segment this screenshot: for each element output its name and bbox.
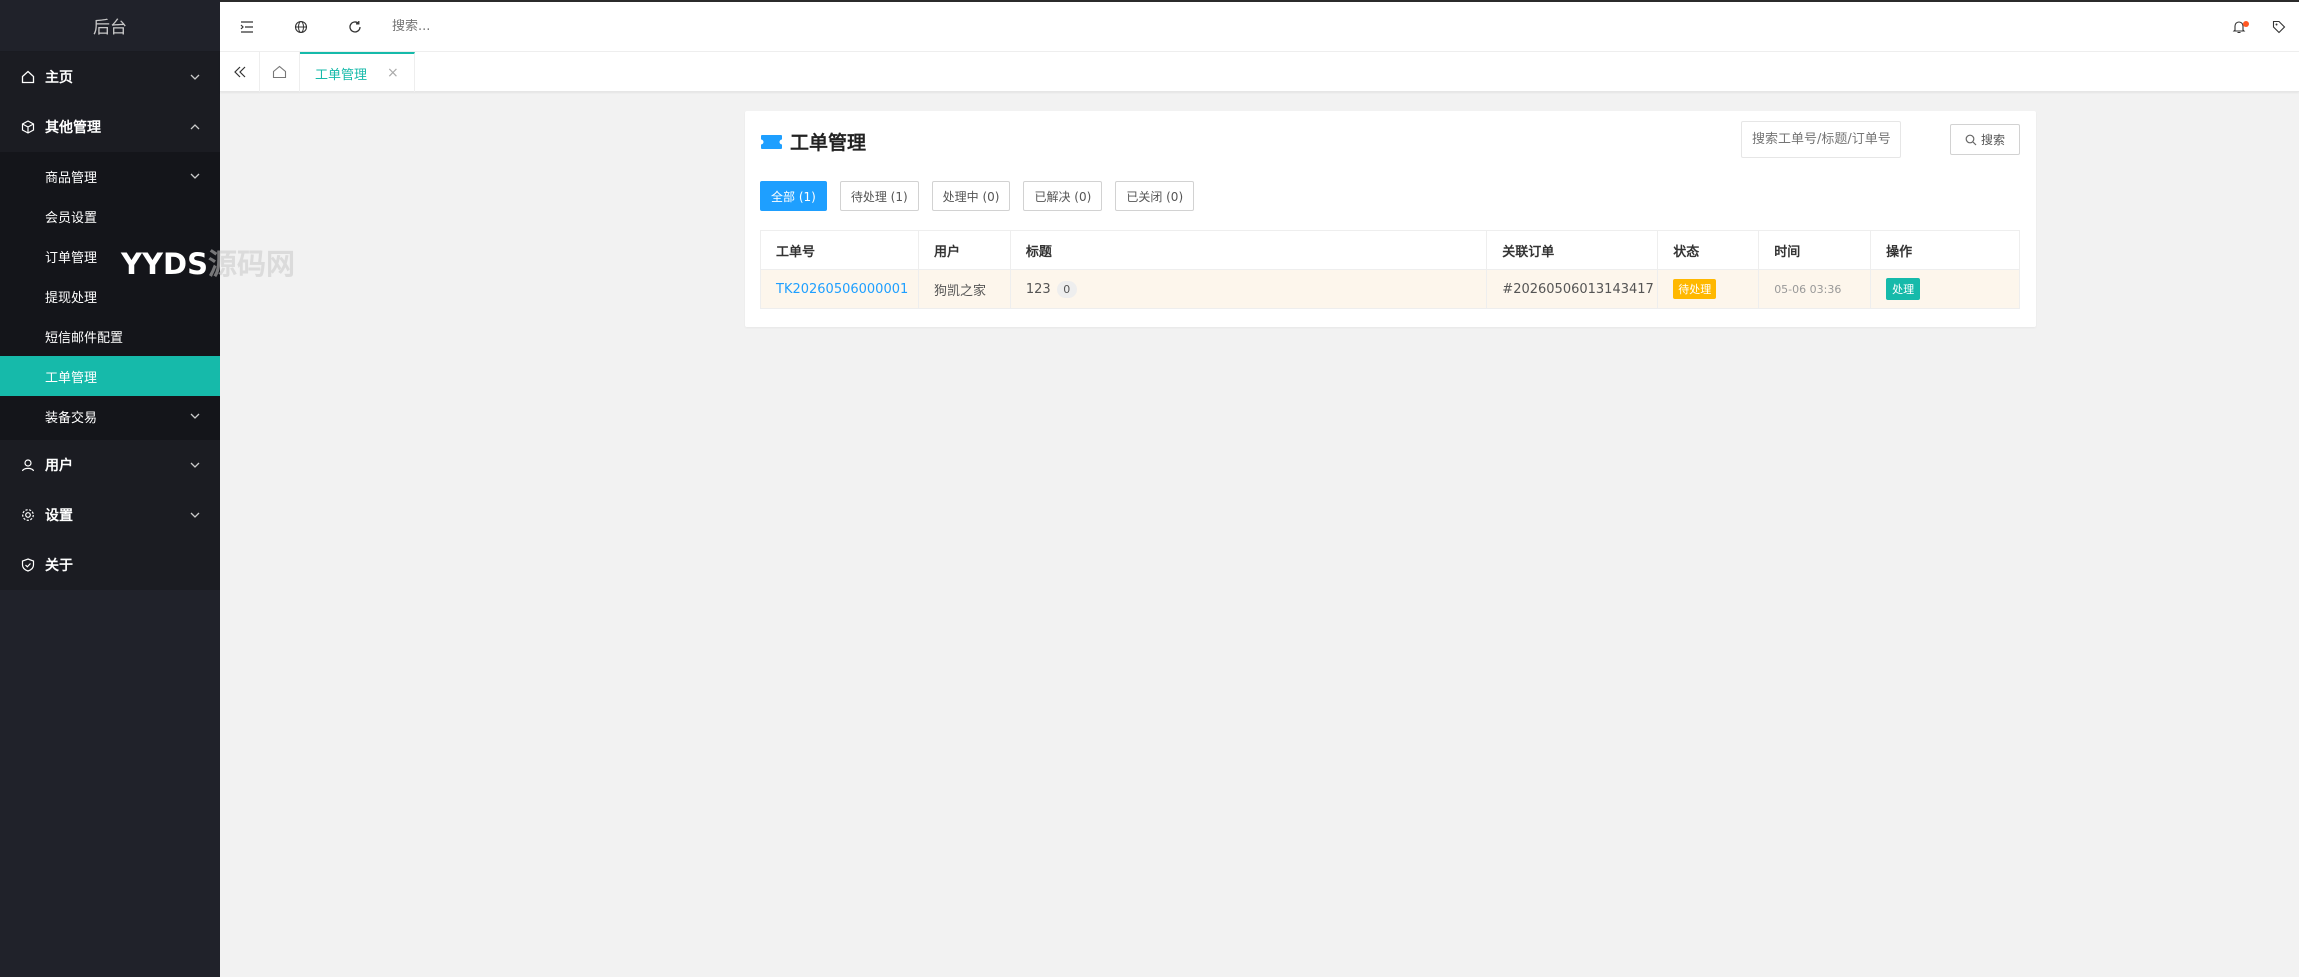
home-icon — [20, 70, 35, 85]
cell-user: 狗凯之家 — [917, 269, 1011, 309]
status-filters: 全部 (1) 待处理 (1) 处理中 (0) 已解决 (0) 已关闭 (0) — [760, 181, 1207, 211]
page-title: 工单管理 — [760, 128, 866, 155]
sidebar-item-sms-email-config[interactable]: 短信邮件配置 — [0, 316, 220, 356]
table-row: TK20260506000001 狗凯之家 123 0 #202605060131… — [760, 269, 2020, 309]
tag-icon — [2272, 20, 2286, 34]
status-badge: 待处理 — [1673, 279, 1717, 299]
header-search-input[interactable] — [392, 19, 592, 34]
filter-processing[interactable]: 处理中 (0) — [931, 181, 1011, 211]
reply-count-badge: 0 — [1056, 280, 1077, 298]
sidebar-item-label: 关于 — [45, 558, 73, 574]
refresh-button[interactable] — [328, 2, 382, 52]
sidebar-item-products[interactable]: 商品管理 — [0, 156, 220, 196]
indent-icon — [240, 20, 253, 33]
column-header-user: 用户 — [917, 230, 1011, 270]
chevron-up-icon — [180, 124, 210, 130]
shield-check-icon — [20, 558, 35, 573]
sidebar-item-settings[interactable]: 设置 — [0, 490, 220, 540]
search-button[interactable]: 搜索 — [1950, 124, 2020, 155]
tab-tickets[interactable]: 工单管理 × — [300, 52, 415, 92]
sidebar-item-about[interactable]: 关于 — [0, 540, 220, 590]
sidebar-menu: 主页 其他管理 商品管理 会员设置 订单管理 提现处理 短信邮件配置 工单管理 … — [0, 52, 220, 590]
theme-button[interactable] — [2259, 20, 2299, 34]
filter-closed[interactable]: 已关闭 (0) — [1115, 181, 1195, 211]
double-chevron-left-icon — [233, 66, 245, 78]
column-header-action: 操作 — [1870, 230, 2020, 270]
sidebar: 后台 主页 其他管理 商品管理 会员设置 订单管理 提现处理 短信邮件配置 工单… — [0, 0, 295, 977]
watermark-text-b: 源码网 — [207, 247, 295, 281]
search-button-label: 搜索 — [1980, 133, 2005, 147]
column-header-status: 状态 — [1657, 230, 1760, 270]
column-header-time: 时间 — [1758, 230, 1872, 270]
cell-ticket-no: TK20260506000001 — [760, 269, 919, 309]
globe-icon — [294, 20, 308, 33]
column-header-order: 关联订单 — [1486, 230, 1659, 270]
sidebar-item-other-management[interactable]: 其他管理 — [0, 102, 220, 152]
chevron-down-icon — [180, 512, 210, 518]
sidebar-item-label: 商品管理 — [45, 170, 98, 186]
header-right — [2219, 2, 2299, 52]
tabs-scroll-left-button[interactable] — [220, 52, 260, 92]
filter-resolved[interactable]: 已解决 (0) — [1023, 181, 1103, 211]
close-icon[interactable]: × — [387, 65, 399, 81]
ticket-search-input[interactable] — [1741, 121, 1901, 158]
submenu-other-management: 商品管理 会员设置 订单管理 提现处理 短信邮件配置 工单管理 装备交易 — [0, 152, 220, 440]
sidebar-item-equipment-trade[interactable]: 装备交易 — [0, 396, 220, 436]
watermark-text-a: YYDS — [121, 247, 208, 281]
tab-label: 工单管理 — [315, 67, 368, 83]
sidebar-item-label: 主页 — [45, 70, 73, 86]
chevron-down-icon — [180, 173, 210, 179]
menu-toggle-button[interactable] — [220, 2, 274, 52]
ticket-icon — [760, 134, 783, 150]
sidebar-item-label: 用户 — [45, 458, 73, 474]
filter-all[interactable]: 全部 (1) — [760, 181, 827, 211]
chevron-down-icon — [180, 413, 210, 419]
sidebar-item-tickets[interactable]: 工单管理 — [0, 356, 220, 396]
ticket-title: 123 — [1025, 281, 1051, 297]
ticket-time: 05-06 03:36 — [1774, 282, 1842, 296]
search-icon — [1965, 134, 1977, 145]
cell-time: 05-06 03:36 — [1758, 269, 1872, 309]
process-button[interactable]: 处理 — [1886, 278, 1921, 300]
cell-action: 处理 — [1870, 269, 2020, 309]
sidebar-item-label: 设置 — [45, 508, 73, 524]
page-title-text: 工单管理 — [790, 132, 867, 154]
sidebar-item-users[interactable]: 用户 — [0, 440, 220, 490]
tabs-bar: 工单管理 × — [220, 52, 2299, 92]
top-header — [220, 0, 2299, 52]
home-icon — [272, 65, 287, 79]
tickets-table: 工单号 用户 标题 关联订单 状态 时间 操作 TK20260506000001… — [760, 230, 2020, 309]
cell-status: 待处理 — [1657, 269, 1760, 309]
notification-button[interactable] — [2219, 20, 2259, 34]
chevron-down-icon — [180, 74, 210, 80]
sidebar-item-label: 提现处理 — [45, 290, 98, 306]
brand-logo[interactable]: 后台 — [0, 0, 220, 52]
table-header-row: 工单号 用户 标题 关联订单 状态 时间 操作 — [760, 230, 2020, 270]
cell-title: 123 0 — [1009, 269, 1488, 309]
chevron-down-icon — [180, 462, 210, 468]
tickets-card: 工单管理 搜索 全部 (1) 待处理 (1) 处理中 (0) 已解决 (0) 已… — [745, 111, 2036, 327]
website-button[interactable] — [274, 2, 328, 52]
column-header-title: 标题 — [1009, 230, 1488, 270]
sidebar-item-label: 其他管理 — [45, 120, 101, 136]
ticket-link[interactable]: TK20260506000001 — [776, 282, 908, 297]
tab-home[interactable] — [260, 52, 300, 92]
gear-icon — [20, 508, 35, 523]
sidebar-item-home[interactable]: 主页 — [0, 52, 220, 102]
sidebar-item-member-settings[interactable]: 会员设置 — [0, 196, 220, 236]
column-header-ticket-no: 工单号 — [760, 230, 919, 270]
sidebar-item-label: 装备交易 — [45, 410, 98, 426]
sidebar-item-label: 短信邮件配置 — [45, 330, 124, 346]
cube-icon — [20, 120, 35, 135]
refresh-icon — [349, 20, 361, 33]
sidebar-item-label: 工单管理 — [45, 370, 98, 386]
notification-dot — [2243, 21, 2249, 27]
cell-order: #20260506013143417 — [1486, 269, 1659, 309]
user-icon — [20, 458, 35, 473]
sidebar-item-label: 会员设置 — [45, 210, 98, 226]
watermark: YYDS源码网 — [121, 241, 295, 283]
filter-pending[interactable]: 待处理 (1) — [839, 181, 919, 211]
